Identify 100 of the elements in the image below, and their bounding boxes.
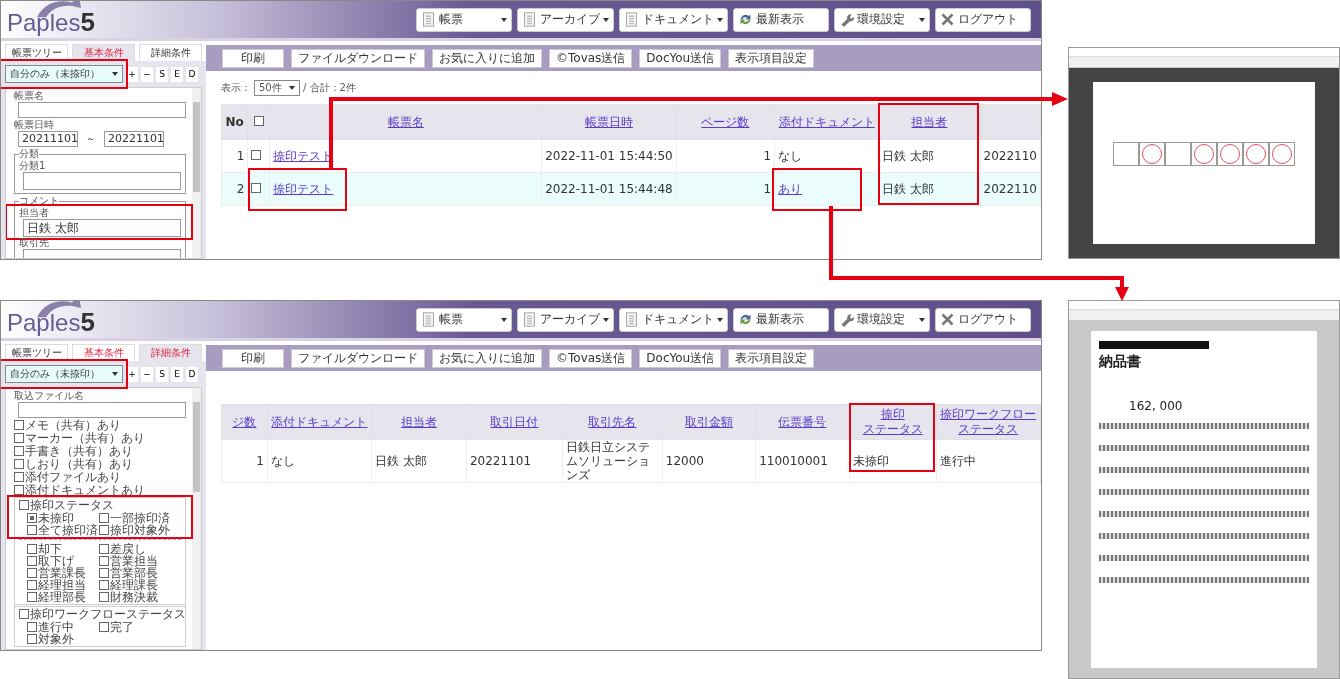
action-button[interactable]: ファイルダウンロード	[291, 348, 425, 368]
preset-dropdown[interactable]: 自分のみ（未捺印）	[5, 65, 123, 83]
checkbox[interactable]	[251, 183, 262, 193]
checkbox[interactable]	[27, 556, 37, 566]
input-field[interactable]: 日鉄 太郎	[23, 219, 181, 237]
menu-button[interactable]: ログアウト	[935, 307, 1031, 332]
checkbox-option[interactable]: 完了	[99, 621, 134, 633]
checkbox-option[interactable]: 未捺印	[27, 512, 74, 524]
preset-button[interactable]: E	[171, 366, 183, 382]
action-button[interactable]: DocYou送信	[639, 348, 722, 368]
action-button[interactable]: ©Tovas送信	[549, 348, 633, 368]
preset-button[interactable]: E	[171, 66, 183, 82]
action-button[interactable]: ファイルダウンロード	[291, 48, 425, 68]
checkbox[interactable]	[27, 544, 37, 554]
link[interactable]: 捺印テスト	[273, 181, 334, 196]
sort-link[interactable]: 担当者	[911, 114, 948, 130]
scrollbar[interactable]	[192, 88, 201, 258]
link[interactable]: あり	[778, 181, 803, 196]
checkbox[interactable]	[27, 513, 37, 523]
menu-button[interactable]: 帳票	[416, 7, 512, 32]
checkbox-option[interactable]: 経理部長	[27, 591, 86, 603]
preset-button[interactable]: S	[156, 366, 168, 382]
checkbox[interactable]	[19, 609, 29, 619]
checkbox[interactable]	[14, 485, 24, 495]
checkbox-option[interactable]: 取下げ	[27, 555, 74, 567]
menu-button[interactable]: 最新表示	[733, 307, 829, 332]
checkbox[interactable]	[14, 420, 24, 430]
action-button[interactable]: お気に入りに追加	[432, 348, 542, 368]
checkbox[interactable]	[251, 150, 262, 160]
checkbox[interactable]	[27, 580, 37, 590]
menu-button[interactable]: 環境設定	[834, 307, 930, 332]
menu-button[interactable]: 帳票	[416, 307, 512, 332]
menu-button[interactable]: ドキュメント	[619, 307, 728, 332]
checkbox[interactable]	[99, 525, 109, 535]
checkbox[interactable]	[99, 513, 109, 523]
menu-button[interactable]: 最新表示	[733, 7, 829, 32]
action-button[interactable]: 表示項目設定	[728, 348, 815, 368]
checkbox-option[interactable]: 経理担当	[27, 579, 86, 591]
checkbox[interactable]	[99, 592, 109, 602]
checkbox-option[interactable]: メモ（共有）あり	[14, 419, 186, 431]
sort-link[interactable]: 捺印ワークフロー ステータス	[940, 407, 1037, 437]
menu-button[interactable]: 環境設定	[834, 7, 930, 32]
checkbox-option[interactable]: 営業部長	[99, 567, 158, 579]
menu-button[interactable]: アーカイブ	[517, 307, 614, 332]
checkbox[interactable]	[27, 592, 37, 602]
preset-button[interactable]: −	[141, 366, 153, 382]
sort-link[interactable]: 伝票番号	[778, 414, 827, 430]
checkbox-option[interactable]: 財務決裁	[99, 591, 158, 603]
checkbox[interactable]	[14, 433, 24, 443]
checkbox[interactable]	[253, 115, 264, 126]
checkbox[interactable]	[19, 500, 29, 510]
date-field[interactable]: 20211101	[18, 131, 78, 147]
sort-link[interactable]: 捺印 ステータス	[862, 407, 923, 437]
checkbox[interactable]	[27, 525, 37, 535]
checkbox[interactable]	[27, 634, 37, 644]
action-button[interactable]: 印刷	[222, 48, 284, 68]
action-button[interactable]: お気に入りに追加	[432, 48, 542, 68]
tab[interactable]: 基本条件	[72, 44, 135, 61]
checkbox-option[interactable]: 営業担当	[99, 555, 158, 567]
input-field[interactable]	[23, 172, 181, 190]
menu-button[interactable]: ドキュメント	[619, 7, 728, 32]
sort-link[interactable]: 取引金額	[684, 414, 733, 430]
input-field[interactable]	[18, 102, 186, 118]
checkbox[interactable]	[99, 568, 109, 578]
action-button[interactable]: ©Tovas送信	[549, 48, 633, 68]
menu-button[interactable]: アーカイブ	[517, 7, 614, 32]
action-button[interactable]: 印刷	[222, 348, 284, 368]
checkbox-option[interactable]: 添付ファイルあり	[14, 471, 186, 483]
checkbox-option[interactable]: 全て捺印済	[27, 524, 98, 536]
checkbox-option[interactable]: 手書き（共有）あり	[14, 445, 186, 457]
sort-link[interactable]: 取引日付	[490, 414, 539, 430]
preset-button[interactable]: D	[186, 366, 198, 382]
checkbox-option[interactable]: 対象外	[27, 633, 74, 645]
checkbox-option[interactable]: しおり（共有）あり	[14, 458, 186, 470]
checkbox[interactable]	[99, 580, 109, 590]
page-size-dropdown[interactable]: 50件	[254, 79, 300, 96]
checkbox-option[interactable]: 捺印対象外	[99, 524, 170, 536]
preset-dropdown[interactable]: 自分のみ（未捺印）	[5, 365, 123, 383]
checkbox-option[interactable]: 捺印ステータス	[19, 499, 114, 511]
preset-button[interactable]: S	[156, 66, 168, 82]
tab[interactable]: 詳細条件	[139, 344, 202, 361]
checkbox-option[interactable]: 進行中	[27, 621, 74, 633]
checkbox-option[interactable]: 捺印ワークフローステータス	[19, 608, 186, 620]
sort-link[interactable]: ジ数	[232, 414, 257, 430]
checkbox-option[interactable]: 却下	[27, 543, 62, 555]
checkbox[interactable]	[99, 556, 109, 566]
checkbox[interactable]	[99, 544, 109, 554]
checkbox[interactable]	[27, 622, 37, 632]
checkbox[interactable]	[27, 568, 37, 578]
input-field[interactable]	[18, 402, 186, 418]
menu-button[interactable]: ログアウト	[935, 7, 1031, 32]
action-button[interactable]: 表示項目設定	[728, 48, 815, 68]
sort-link[interactable]: 添付ドキュメント	[271, 414, 368, 430]
checkbox-option[interactable]: マーカー（共有）あり	[14, 432, 186, 444]
date-field[interactable]: 20221101	[104, 131, 164, 147]
checkbox-option[interactable]: 経理課長	[99, 579, 158, 591]
checkbox[interactable]	[14, 459, 24, 469]
checkbox-option[interactable]: 一部捺印済	[99, 512, 170, 524]
sort-link[interactable]: 帳票名	[387, 114, 424, 130]
preset-button[interactable]: D	[186, 66, 198, 82]
